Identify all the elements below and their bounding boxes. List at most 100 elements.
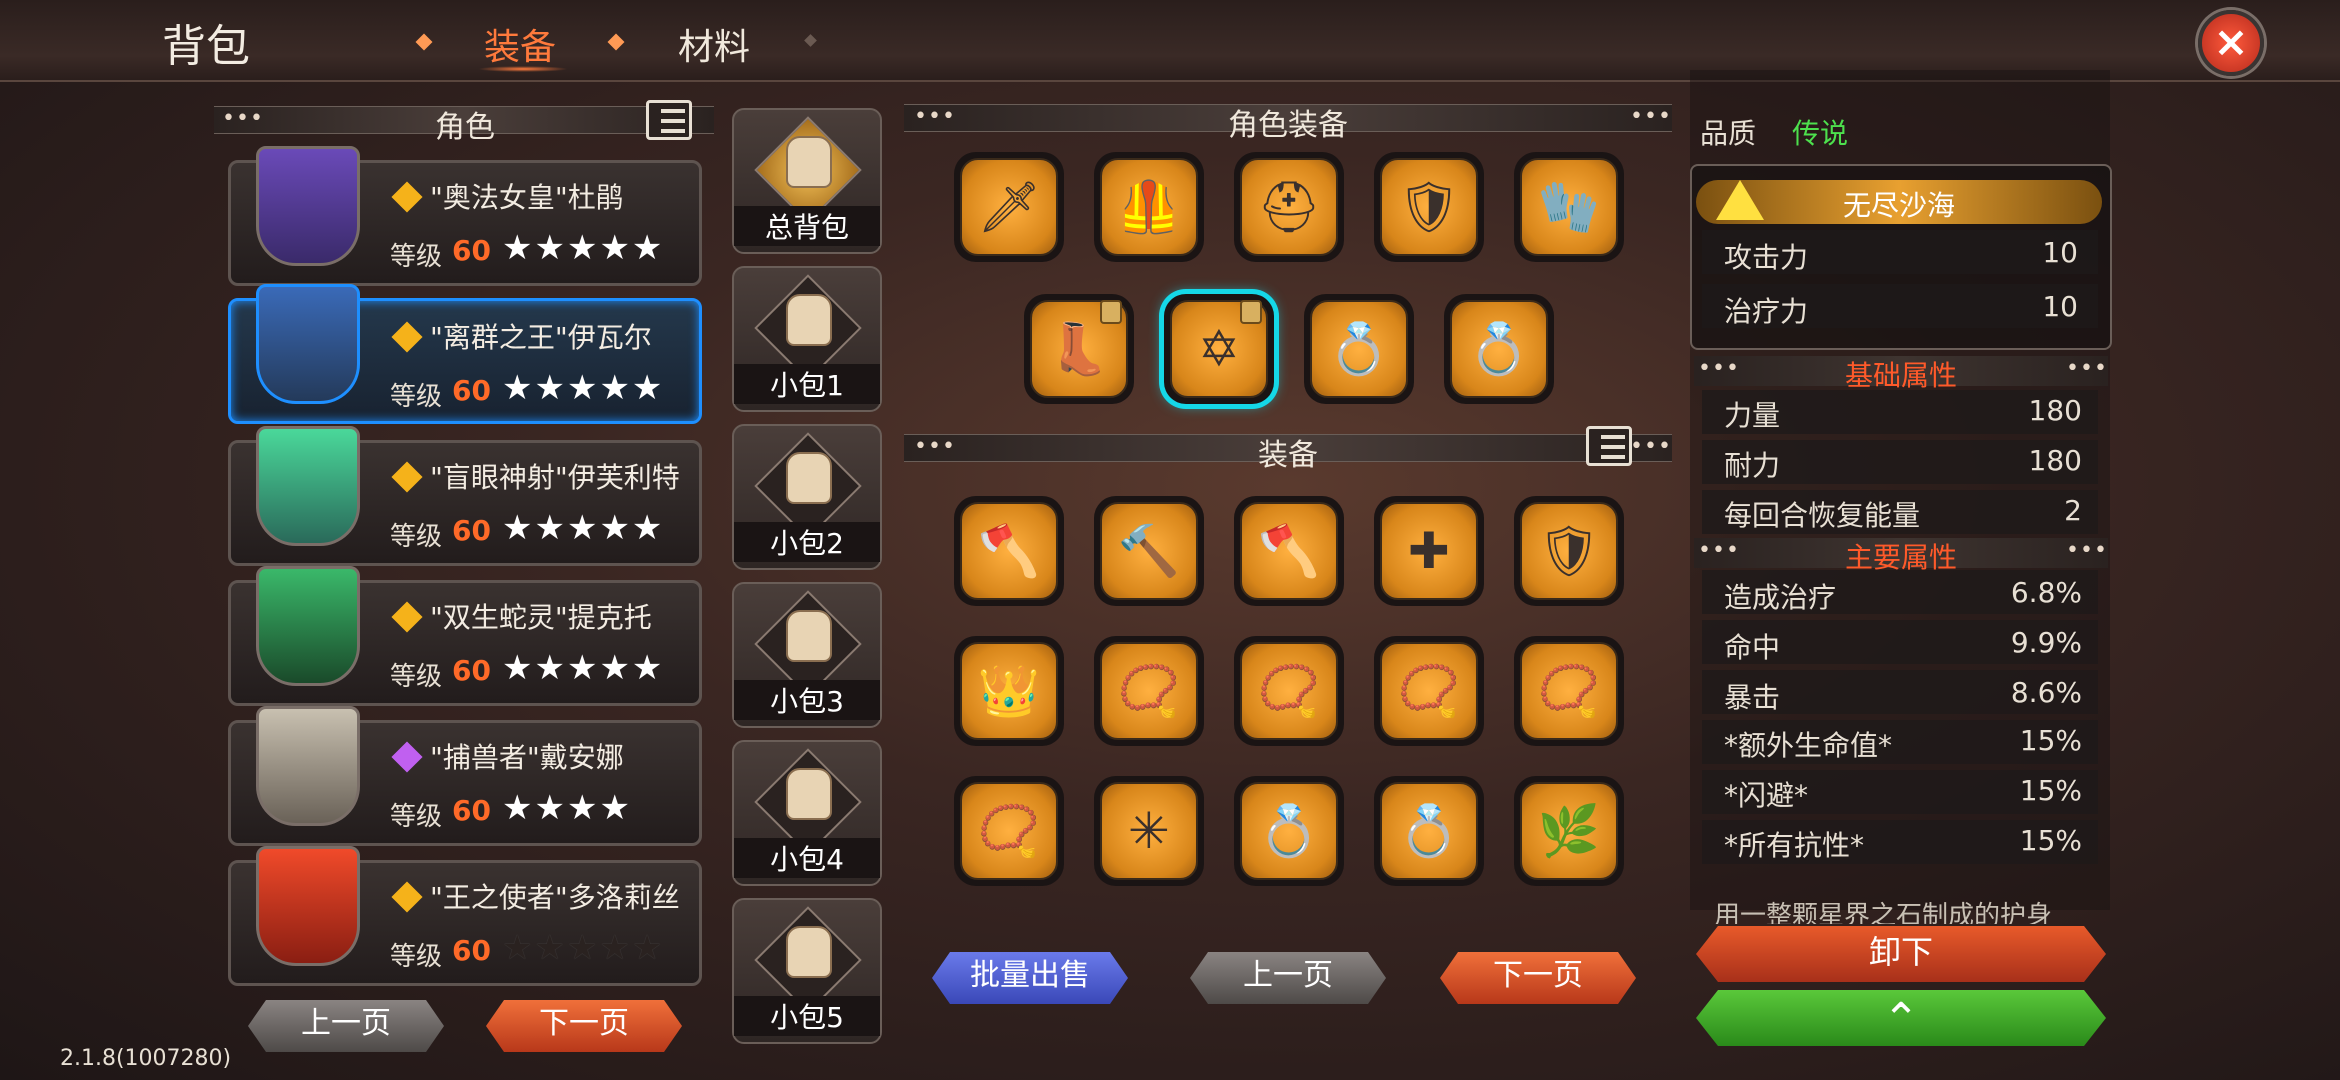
- inventory-item[interactable]: 🪓: [954, 496, 1064, 606]
- page-title: 背包: [162, 21, 250, 72]
- inventory-item[interactable]: 🌿: [1514, 776, 1624, 886]
- close-button[interactable]: ×: [2198, 10, 2264, 76]
- equip-slot-chest[interactable]: 🛡: [1374, 152, 1484, 262]
- bag-label: 小包5: [734, 996, 880, 1036]
- inventory-item[interactable]: 👑: [954, 636, 1064, 746]
- version-label: 2.1.8(1007280): [60, 1046, 232, 1071]
- inventory-item[interactable]: 🔨: [1094, 496, 1204, 606]
- tab-equipment[interactable]: 装备: [484, 18, 556, 70]
- bag-2[interactable]: 小包2: [732, 424, 882, 570]
- helmet-icon: ⛑: [1240, 158, 1338, 256]
- upgrade-button[interactable]: ⌃: [1696, 990, 2106, 1046]
- characters-next-page-button[interactable]: 下一页: [486, 1000, 682, 1052]
- equip-slot-weapon[interactable]: 🗡: [954, 152, 1064, 262]
- stat-name: *闪避*: [1724, 779, 1809, 812]
- filter-list-icon[interactable]: [1586, 426, 1632, 466]
- quality-value: 传说: [1792, 117, 1849, 150]
- inventory-item[interactable]: 💍: [1234, 776, 1344, 886]
- inventory-item[interactable]: 💍: [1374, 776, 1484, 886]
- inventory-item[interactable]: 📿: [1514, 636, 1624, 746]
- bulk-sell-button[interactable]: 批量出售: [932, 952, 1128, 1004]
- chevron-up-icon: ⌃: [1882, 994, 1920, 1045]
- character-portrait: [256, 706, 360, 826]
- backpack-icon: [786, 294, 832, 346]
- star-rating: ★★★★: [502, 788, 632, 828]
- necklace-icon: 📿: [1100, 642, 1198, 740]
- stat-value: 15%: [2019, 724, 2082, 757]
- star-rating: ★★★★★: [502, 368, 665, 408]
- bag-5[interactable]: 小包5: [732, 898, 882, 1044]
- inventory-item[interactable]: 🛡: [1514, 496, 1624, 606]
- stat-value: 180: [2028, 444, 2082, 477]
- equip-slot-ring-2[interactable]: 💍: [1444, 294, 1554, 404]
- unequip-button[interactable]: 卸下: [1696, 926, 2106, 982]
- lock-icon: [1100, 300, 1122, 324]
- backpack-icon: [786, 610, 832, 662]
- inventory-item[interactable]: 🪓: [1234, 496, 1344, 606]
- level-label: 等级: [390, 242, 443, 272]
- level-value: 60: [452, 654, 491, 687]
- star-rating: ★★★★★: [502, 928, 665, 968]
- bag-label: 小包1: [734, 364, 880, 404]
- inventory-item[interactable]: ✳: [1094, 776, 1204, 886]
- hammer-icon: 🔨: [1100, 502, 1198, 600]
- bag-label: 总背包: [734, 206, 880, 246]
- character-name: "王之使者"多洛莉丝: [430, 881, 680, 914]
- character-portrait: [256, 146, 360, 266]
- inventory-item[interactable]: 📿: [1234, 636, 1344, 746]
- bag-all[interactable]: 总背包: [732, 108, 882, 254]
- inventory-item[interactable]: 📿: [954, 776, 1064, 886]
- necklace-icon: 📿: [1520, 642, 1618, 740]
- stat-name: *所有抗性*: [1724, 829, 1865, 862]
- stat-name: 命中: [1724, 631, 1781, 664]
- character-equipment-title: 角色装备: [1228, 108, 1348, 143]
- dots-icon: •••: [914, 434, 956, 459]
- bag-4[interactable]: 小包4: [732, 740, 882, 886]
- character-name: "奥法女皇"杜鹃: [430, 181, 624, 214]
- necklace-icon: 📿: [1240, 642, 1338, 740]
- inventory-item[interactable]: 📿: [1374, 636, 1484, 746]
- bag-1[interactable]: 小包1: [732, 266, 882, 412]
- character-portrait: [256, 846, 360, 966]
- dots-icon: •••: [222, 106, 264, 131]
- ring-icon: 💍: [1380, 782, 1478, 880]
- backpack-icon: [786, 768, 832, 820]
- cross-shield-icon: ✚: [1380, 502, 1478, 600]
- tab-materials[interactable]: 材料: [678, 18, 750, 70]
- level-label: 等级: [390, 942, 443, 972]
- stat-value: 10: [2042, 290, 2078, 323]
- level-value: 60: [452, 374, 491, 407]
- character-portrait: [256, 566, 360, 686]
- equip-slot-shoulder[interactable]: 🦺: [1094, 152, 1204, 262]
- stat-name: 攻击力: [1724, 241, 1809, 274]
- equipment-next-page-button[interactable]: 下一页: [1440, 952, 1636, 1004]
- bag-3[interactable]: 小包3: [732, 582, 882, 728]
- filter-list-icon[interactable]: [646, 100, 692, 140]
- bag-label: 小包3: [734, 680, 880, 720]
- bag-label: 小包4: [734, 838, 880, 878]
- stat-name: 耐力: [1724, 449, 1781, 482]
- equipment-title: 装备: [1258, 438, 1318, 473]
- equipment-prev-page-button[interactable]: 上一页: [1190, 952, 1386, 1004]
- star-rating: ★★★★★: [502, 508, 665, 548]
- flower-wreath-icon: 🌿: [1520, 782, 1618, 880]
- weapon-icon: 🗡: [960, 158, 1058, 256]
- level-label: 等级: [390, 662, 443, 692]
- stat-value: 15%: [2019, 774, 2082, 807]
- equip-slot-ring-1[interactable]: 💍: [1304, 294, 1414, 404]
- inventory-item[interactable]: 📿: [1094, 636, 1204, 746]
- stat-name: *额外生命值*: [1724, 729, 1893, 762]
- inventory-item[interactable]: ✚: [1374, 496, 1484, 606]
- stat-value: 15%: [2019, 824, 2082, 857]
- level-value: 60: [452, 794, 491, 827]
- close-icon: ×: [2213, 17, 2249, 66]
- characters-prev-page-button[interactable]: 上一页: [248, 1000, 444, 1052]
- backpack-icon: [786, 136, 832, 188]
- equip-slot-gloves[interactable]: 🧤: [1514, 152, 1624, 262]
- bag-label: 小包2: [734, 522, 880, 562]
- star-rating: ★★★★★: [502, 228, 665, 268]
- necklace-icon: 📿: [960, 782, 1058, 880]
- equip-slot-helmet[interactable]: ⛑: [1234, 152, 1344, 262]
- character-name: "捕兽者"戴安娜: [430, 741, 624, 774]
- characters-title: 角色: [435, 110, 495, 145]
